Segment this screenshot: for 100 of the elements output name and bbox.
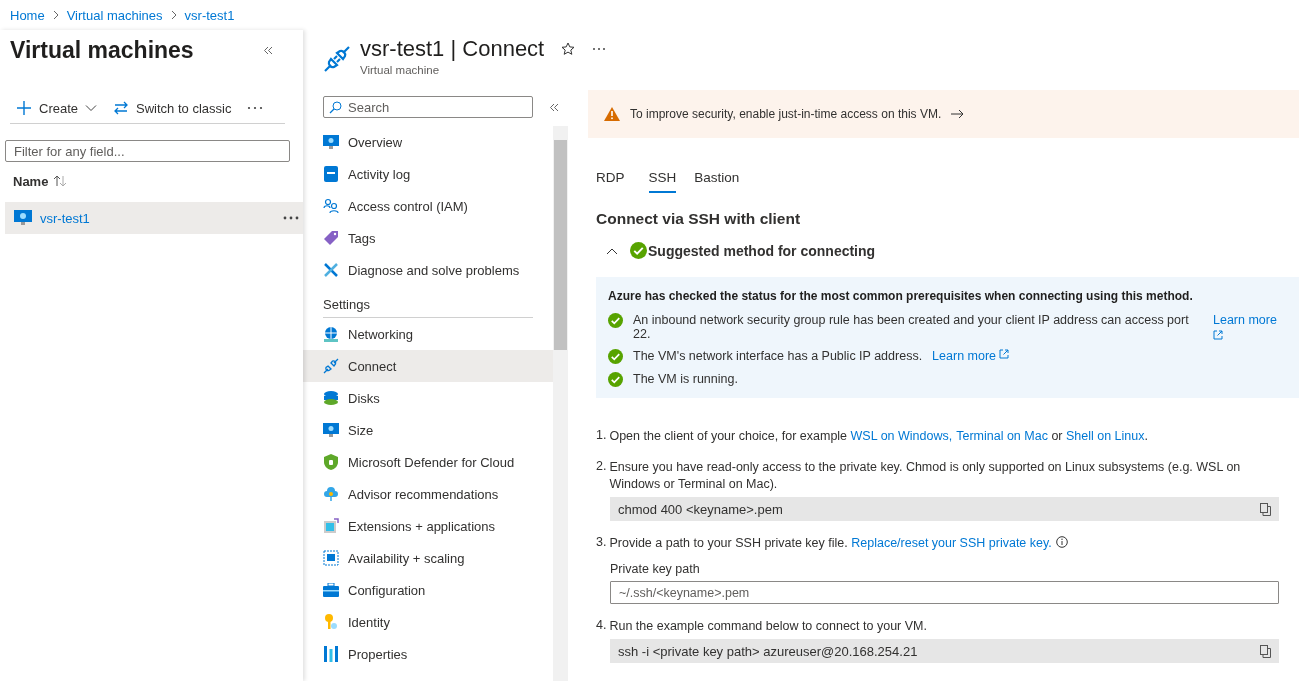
blade-subtitle: Virtual machine bbox=[360, 64, 440, 76]
copy-icon[interactable] bbox=[1260, 502, 1271, 516]
code-block: chmod 400 <keyname>.pem bbox=[610, 497, 1279, 521]
link[interactable]: Replace/reset your SSH private key. bbox=[851, 536, 1052, 550]
blade-title: vsr-test1 | Connect bbox=[360, 36, 545, 62]
collapse-icon[interactable] bbox=[549, 102, 559, 112]
section-title: Suggested method for connecting bbox=[648, 242, 876, 259]
step-text: Provide a path to your SSH private key file. Replace/reset your SSH private key. bbox=[609, 535, 1279, 552]
tab[interactable]: RDP bbox=[596, 170, 635, 193]
plug-icon bbox=[323, 45, 351, 73]
search-icon bbox=[329, 101, 342, 114]
more-icon[interactable] bbox=[247, 106, 264, 110]
step-text: Open the client of your choice, for example WSL on Windows, Terminal on Mac or Shell on Linux. bbox=[609, 428, 1149, 445]
nav-item[interactable]: Disks bbox=[303, 382, 553, 414]
cloud-icon bbox=[323, 486, 339, 502]
star-icon[interactable] bbox=[561, 42, 576, 56]
globe-icon bbox=[323, 326, 339, 342]
check-text: The VM's network interface has a Public IP address. bbox=[633, 349, 923, 363]
link[interactable]: Shell on Linux bbox=[1065, 429, 1145, 443]
copy-icon[interactable] bbox=[1260, 644, 1271, 658]
search-field[interactable]: Search bbox=[323, 96, 533, 118]
more-icon[interactable] bbox=[283, 216, 299, 220]
bars-icon bbox=[323, 646, 339, 662]
link[interactable]: WSL on Windows, bbox=[850, 429, 953, 443]
chevron-icon[interactable] bbox=[606, 246, 618, 255]
pane-title: Virtual machines bbox=[10, 36, 194, 64]
nav-item[interactable]: Networking bbox=[303, 318, 553, 350]
step-number: 2. bbox=[596, 459, 607, 475]
vm-row[interactable]: vsr-test1 bbox=[5, 202, 303, 234]
external-link-icon bbox=[1213, 330, 1223, 340]
panel-intro: Azure has checked the status for the most common prerequisites when connecting using this method. bbox=[608, 289, 1194, 303]
nav-item[interactable]: Extensions + applications bbox=[303, 510, 553, 542]
external-link-icon bbox=[999, 349, 1010, 359]
nav-item[interactable]: Configuration bbox=[303, 574, 553, 606]
check-text: The VM is running. bbox=[633, 372, 738, 386]
sort-icon[interactable] bbox=[53, 175, 68, 187]
link[interactable]: Terminal on Mac bbox=[956, 429, 1048, 443]
nav-section-heading: Settings bbox=[323, 286, 533, 318]
tab[interactable]: Bastion bbox=[694, 170, 750, 193]
info-icon[interactable] bbox=[1055, 536, 1068, 548]
book-icon bbox=[323, 166, 339, 182]
plus-icon bbox=[16, 100, 32, 116]
monitor-icon bbox=[323, 134, 339, 150]
disks-icon bbox=[323, 390, 339, 406]
section-heading: Connect via SSH with client bbox=[596, 210, 802, 228]
chevron-right-icon bbox=[52, 10, 59, 20]
switch-button[interactable]: Switch to classic bbox=[113, 100, 232, 116]
breadcrumb-link[interactable]: vsr-test1 bbox=[184, 7, 235, 23]
people-icon bbox=[323, 198, 339, 214]
warning-banner[interactable]: To improve security, enable just-in-time access on this VM. bbox=[588, 90, 1299, 138]
shield-icon bbox=[323, 454, 339, 470]
nav-item[interactable]: Overview bbox=[303, 126, 553, 158]
wrench-screwdriver-icon bbox=[323, 262, 339, 278]
more-icon[interactable] bbox=[592, 47, 607, 51]
briefcase-icon bbox=[323, 583, 339, 597]
step-text: Ensure you have read-only access to the private key. Chmod is only supported on Linux subsystems (e.g. WSL on Windows or Terminal on Mac). bbox=[609, 459, 1242, 493]
extension-icon bbox=[323, 518, 339, 534]
step-number: 3. bbox=[596, 535, 607, 551]
nav-item[interactable]: Connect bbox=[303, 350, 553, 382]
nav-item[interactable]: Tags bbox=[303, 222, 553, 254]
nav-item[interactable]: Size bbox=[303, 414, 553, 446]
plug-icon bbox=[323, 358, 339, 374]
check-circle-icon bbox=[630, 242, 647, 259]
collapse-icon[interactable] bbox=[263, 45, 273, 55]
nav-item[interactable]: Identity bbox=[303, 606, 553, 638]
nav-item[interactable]: Diagnose and solve problems bbox=[303, 254, 553, 286]
nav-item[interactable]: Access control (IAM) bbox=[303, 190, 553, 222]
arrow-right-icon bbox=[951, 109, 965, 119]
code-block: ssh -i <private key path> azureuser@20.168.254.21 bbox=[610, 639, 1279, 663]
step-number: 1. bbox=[596, 428, 607, 444]
key-path-field[interactable]: ~/.ssh/<keyname>.pem bbox=[610, 581, 1279, 604]
step-number: 4. bbox=[596, 618, 607, 634]
learn-more-link[interactable]: Learn more bbox=[932, 349, 1010, 363]
nav-item[interactable]: Availability + scaling bbox=[303, 542, 553, 574]
field-label: Private key path bbox=[610, 562, 701, 576]
learn-more-link[interactable]: Learn more bbox=[1213, 313, 1285, 340]
warning-icon bbox=[604, 107, 620, 121]
nav-item[interactable]: Activity log bbox=[303, 158, 553, 190]
monitor-icon bbox=[323, 422, 339, 438]
tab[interactable]: SSH bbox=[648, 170, 677, 193]
nav-item[interactable]: Advisor recommendations bbox=[303, 478, 553, 510]
filter-field[interactable]: Filter for any field... bbox=[5, 140, 290, 162]
scaling-icon bbox=[323, 550, 339, 566]
step-text: Run the example command below to connect to your VM. bbox=[609, 618, 928, 635]
key-icon bbox=[323, 614, 339, 630]
check-circle-icon bbox=[608, 313, 623, 328]
tag-icon bbox=[323, 230, 339, 246]
monitor-icon bbox=[14, 210, 32, 226]
nav-item[interactable]: Properties bbox=[303, 638, 553, 670]
check-circle-icon bbox=[608, 372, 623, 387]
nav-item[interactable]: Microsoft Defender for Cloud bbox=[303, 446, 553, 478]
breadcrumb-link[interactable]: Virtual machines bbox=[66, 7, 163, 23]
check-text: An inbound network security group rule has been created and your client IP address can access port 22. bbox=[633, 313, 1190, 341]
scrollbar[interactable] bbox=[553, 126, 568, 681]
column-header[interactable]: Name bbox=[13, 173, 49, 189]
breadcrumb-link[interactable]: Home bbox=[10, 7, 45, 23]
swap-arrows-icon bbox=[113, 100, 130, 116]
check-circle-icon bbox=[608, 349, 623, 364]
create-button[interactable]: Create bbox=[16, 100, 98, 116]
chevron-down-icon bbox=[85, 104, 98, 112]
